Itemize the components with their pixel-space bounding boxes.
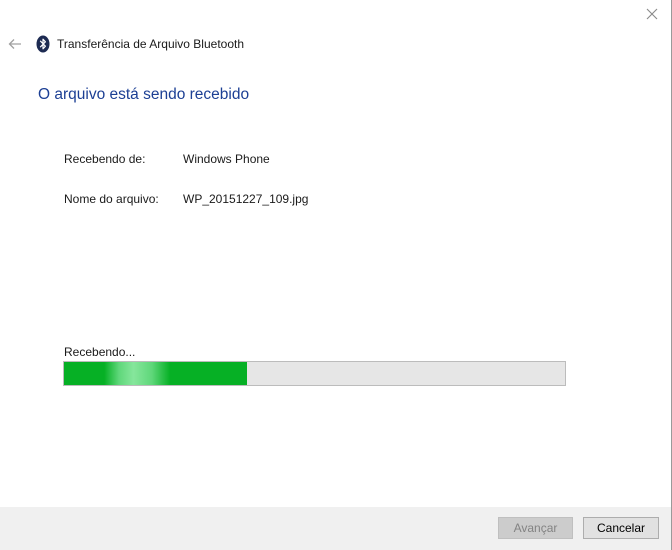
window-title: Transferência de Arquivo Bluetooth [57,37,245,51]
transfer-status-text: Recebendo... [64,345,136,359]
receiving-from-label: Recebendo de: [64,152,146,166]
button-footer: Avançar Cancelar [0,507,671,550]
progress-fill [64,362,248,385]
cancel-button[interactable]: Cancelar [583,517,659,539]
bluetooth-transfer-window: Transferência de Arquivo Bluetooth O arq… [0,0,672,550]
receiving-from-value: Windows Phone [183,152,270,166]
back-button[interactable] [4,34,26,54]
back-arrow-icon [8,39,21,49]
next-button[interactable]: Avançar [498,517,573,539]
file-name-value: WP_20151227_109.jpg [183,192,309,206]
bluetooth-icon [36,35,50,53]
close-button[interactable] [639,3,665,25]
close-icon [646,8,658,20]
transfer-progress-bar [63,361,566,386]
page-heading: O arquivo está sendo recebido [38,86,250,103]
file-name-label: Nome do arquivo: [64,192,159,206]
